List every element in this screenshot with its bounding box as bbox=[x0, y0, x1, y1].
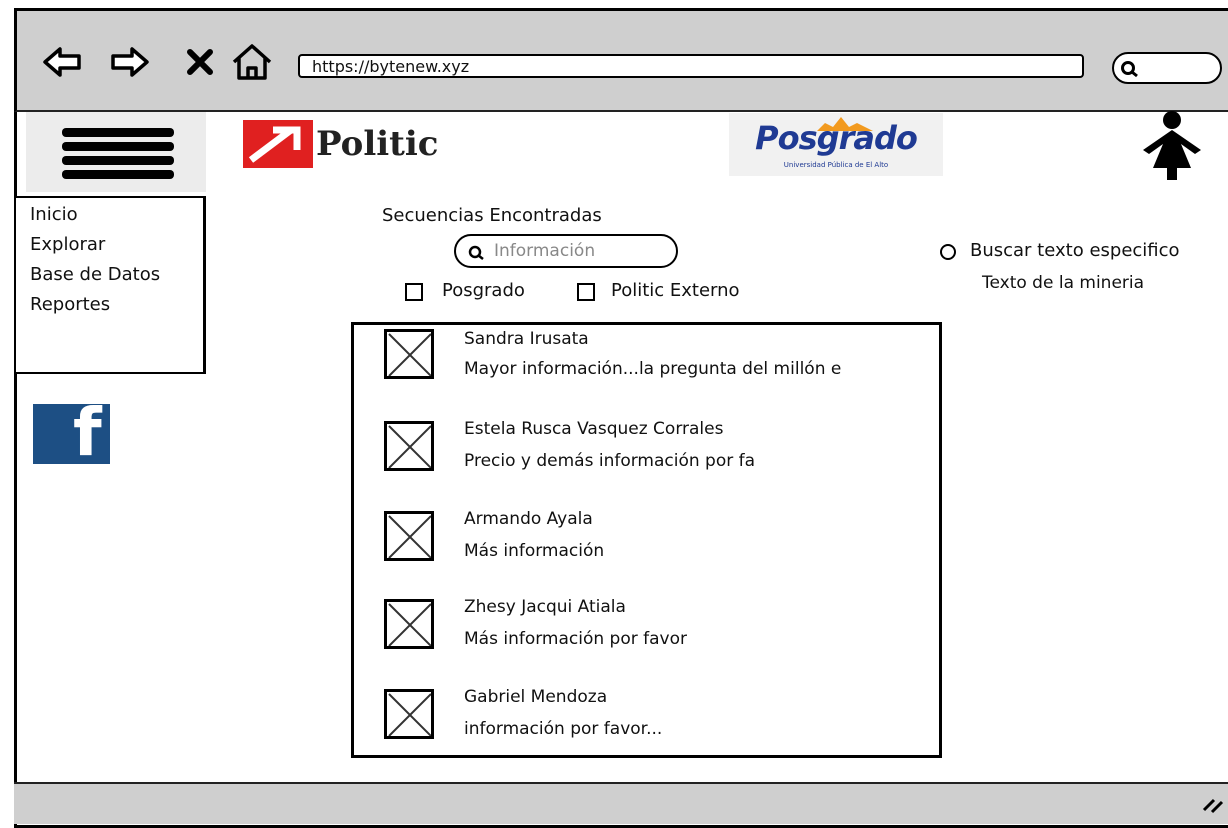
result-name: Armando Ayala bbox=[464, 509, 593, 529]
result-message: Mayor información...la pregunta del mill… bbox=[464, 359, 842, 379]
back-arrow-icon[interactable] bbox=[42, 44, 82, 80]
image-placeholder-icon bbox=[384, 689, 434, 739]
list-item[interactable]: Gabriel Mendoza información por favor... bbox=[354, 681, 939, 755]
radio-buscar-texto[interactable] bbox=[940, 244, 956, 260]
sidebar-item-base-de-datos[interactable]: Base de Datos bbox=[30, 264, 160, 285]
list-item[interactable]: Sandra Irusata Mayor información...la pr… bbox=[354, 325, 939, 413]
search-placeholder: Información bbox=[494, 241, 596, 261]
forward-arrow-icon[interactable] bbox=[110, 44, 150, 80]
search-icon bbox=[468, 245, 484, 260]
image-placeholder-icon bbox=[384, 599, 434, 649]
checkbox-posgrado-label: Posgrado bbox=[442, 280, 525, 301]
result-name: Gabriel Mendoza bbox=[464, 687, 608, 707]
checkbox-politic-externo-label: Politic Externo bbox=[611, 280, 740, 301]
list-item[interactable]: Armando Ayala Más información bbox=[354, 503, 939, 591]
search-icon bbox=[1121, 61, 1138, 78]
result-message: Más información bbox=[464, 541, 605, 561]
politic-logo-text: Politic bbox=[316, 124, 439, 164]
browser-search-box[interactable] bbox=[1112, 52, 1222, 84]
user-avatar-icon[interactable] bbox=[1141, 110, 1203, 180]
results-list[interactable]: Sandra Irusata Mayor información...la pr… bbox=[351, 322, 942, 758]
image-placeholder-icon bbox=[384, 421, 434, 471]
home-icon[interactable] bbox=[230, 42, 274, 82]
close-x-icon[interactable] bbox=[186, 48, 214, 76]
browser-status-bar bbox=[14, 782, 1228, 824]
hamburger-menu-button[interactable] bbox=[26, 112, 206, 192]
text-mining-caption: Texto de la mineria bbox=[982, 273, 1145, 293]
politic-logo-icon bbox=[243, 120, 313, 168]
result-message: Más información por favor bbox=[464, 629, 687, 649]
posgrado-logo-subtitle: Universidad Pública de El Alto bbox=[783, 161, 889, 169]
search-input[interactable]: Información bbox=[454, 234, 678, 268]
facebook-icon[interactable]: f bbox=[33, 400, 110, 466]
radio-buscar-texto-label: Buscar texto especifico bbox=[970, 240, 1180, 261]
checkbox-posgrado[interactable] bbox=[405, 283, 423, 301]
result-name: Zhesy Jacqui Atiala bbox=[464, 597, 626, 617]
image-placeholder-icon bbox=[384, 329, 434, 379]
hamburger-icon bbox=[62, 128, 174, 179]
posgrado-logo-word: Posgrado bbox=[755, 119, 918, 157]
sidebar-menu: Inicio Explorar Base de Datos Reportes bbox=[14, 196, 206, 374]
result-name: Sandra Irusata bbox=[464, 329, 589, 349]
posgrado-logo: Posgrado Universidad Pública de El Alto bbox=[729, 113, 943, 176]
sidebar-item-reportes[interactable]: Reportes bbox=[30, 294, 110, 315]
page-title: Secuencias Encontradas bbox=[382, 205, 602, 226]
checkbox-politic-externo[interactable] bbox=[577, 283, 595, 301]
image-placeholder-icon bbox=[384, 511, 434, 561]
result-name: Estela Rusca Vasquez Corrales bbox=[464, 419, 724, 439]
facebook-f-glyph: f bbox=[73, 394, 102, 471]
list-item[interactable]: Estela Rusca Vasquez Corrales Precio y d… bbox=[354, 413, 939, 501]
sidebar-item-explorar[interactable]: Explorar bbox=[30, 234, 105, 255]
resize-grip-icon[interactable] bbox=[1200, 792, 1226, 814]
result-message: Precio y demás información por fa bbox=[464, 451, 756, 471]
sidebar-item-inicio[interactable]: Inicio bbox=[30, 204, 78, 225]
result-message: información por favor... bbox=[464, 719, 663, 739]
list-item[interactable]: Zhesy Jacqui Atiala Más información por … bbox=[354, 591, 939, 679]
address-bar[interactable]: https://bytenew.xyz bbox=[298, 54, 1084, 78]
